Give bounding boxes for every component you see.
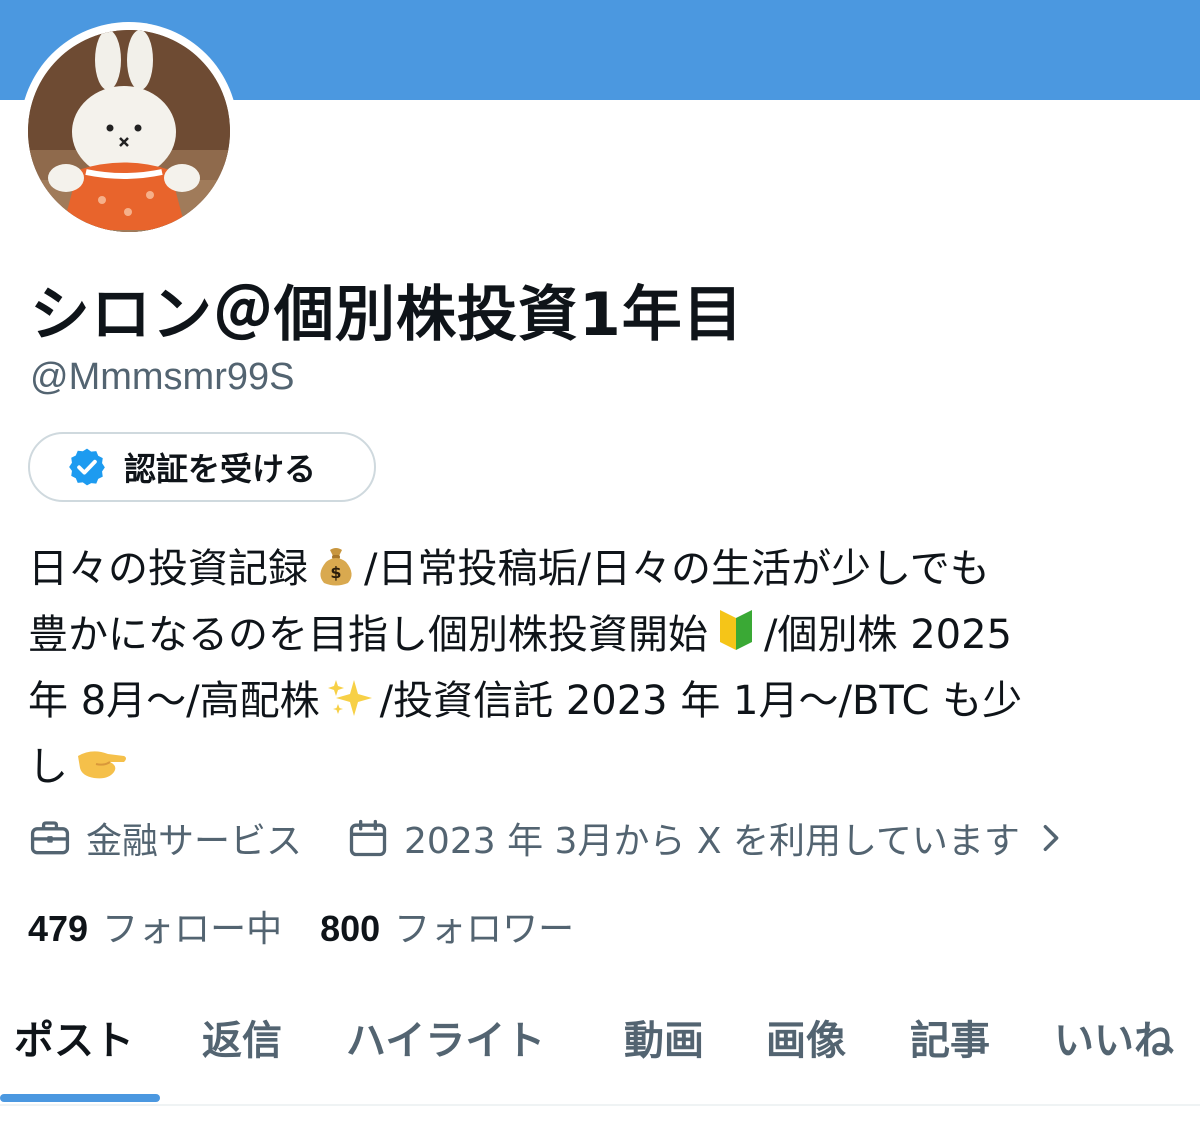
joined-date-item[interactable]: 2023 年 3月から X を利用しています	[346, 812, 1064, 864]
beginner-mark-icon	[720, 610, 752, 650]
tab-replies[interactable]: 返信	[202, 1008, 282, 1066]
profile-meta: 金融サービス 2023 年 3月から X を利用しています	[28, 812, 1064, 864]
chevron-right-icon	[1043, 824, 1059, 852]
tab-likes[interactable]: いいね	[1054, 1008, 1174, 1066]
bio-text: 日々の投資記録	[28, 546, 308, 592]
sparkles-icon	[327, 680, 372, 716]
bio-text: 豊かになるのを目指し個別株投資開始	[28, 612, 708, 658]
bio-text: し	[28, 744, 68, 790]
avatar[interactable]	[28, 30, 230, 232]
calendar-icon	[349, 819, 387, 857]
user-handle: @Mmmsmr99S	[30, 356, 295, 398]
bio-line-2: 豊かになるのを目指し個別株投資開始/個別株 2025	[28, 602, 1178, 668]
tab-images[interactable]: 画像	[766, 1008, 846, 1066]
profile-tabs: ポスト 返信 ハイライト 動画 画像 記事 いいね	[0, 1008, 1200, 1068]
tabs-divider	[0, 1104, 1200, 1106]
get-verified-label: 認証を受ける	[124, 450, 317, 488]
bio-text: /投資信託 2023 年 1月〜/BTC も少	[379, 678, 1023, 724]
joined-date-label: 2023 年 3月から X を利用しています	[404, 821, 1020, 862]
following-label: フォロー中	[102, 909, 283, 950]
pinching-hand-icon	[78, 751, 126, 779]
svg-text:$: $	[330, 563, 341, 582]
bio-line-1: 日々の投資記録 $ /日常投稿垢/日々の生活が少しでも	[28, 536, 1178, 602]
followers-link[interactable]: 800 フォロワー	[320, 900, 574, 952]
verified-badge-icon	[69, 448, 105, 486]
tab-articles[interactable]: 記事	[910, 1008, 990, 1066]
display-name: シロン＠個別株投資1年目	[30, 280, 744, 350]
bio-text: /日常投稿垢/日々の生活が少しでも	[364, 546, 990, 592]
profile-bio: 日々の投資記録 $ /日常投稿垢/日々の生活が少しでも 豊かになるのを目指し個別株投…	[28, 536, 1178, 800]
bio-line-4: し	[28, 734, 1178, 800]
follow-stats: 479 フォロー中 800 フォロワー	[28, 900, 574, 952]
bio-text: 年 8月〜/高配株	[28, 678, 320, 724]
followers-count: 800	[320, 908, 381, 949]
category-item: 金融サービス	[28, 812, 302, 864]
followers-label: フォロワー	[394, 909, 575, 950]
following-count: 479	[28, 908, 89, 949]
money-bag-icon: $	[320, 548, 352, 586]
bio-line-3: 年 8月〜/高配株/投資信託 2023 年 1月〜/BTC も少	[28, 668, 1178, 734]
briefcase-icon	[30, 821, 70, 855]
tab-highlights[interactable]: ハイライト	[346, 1008, 545, 1066]
tab-videos[interactable]: 動画	[624, 1008, 704, 1066]
get-verified-button[interactable]: 認証を受ける	[28, 432, 376, 502]
active-tab-indicator	[0, 1094, 160, 1102]
category-label: 金融サービス	[86, 821, 303, 862]
bio-text: /個別株 2025	[764, 612, 1012, 658]
following-link[interactable]: 479 フォロー中	[28, 900, 282, 952]
tab-posts[interactable]: ポスト	[14, 1008, 134, 1066]
